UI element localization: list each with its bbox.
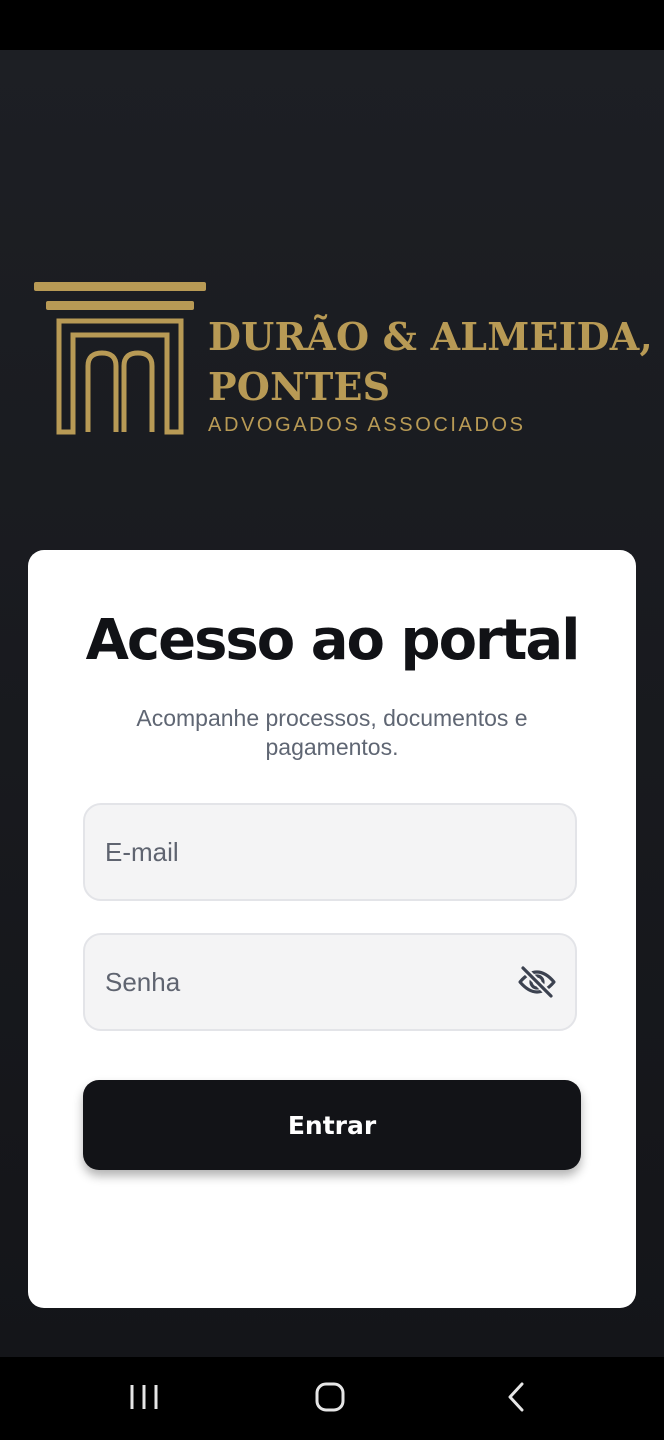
password-field[interactable] bbox=[83, 933, 577, 1031]
email-input[interactable] bbox=[105, 805, 505, 899]
back-icon bbox=[508, 1382, 524, 1412]
login-button[interactable]: Entrar bbox=[83, 1080, 581, 1170]
brand-name-line-2: PONTES bbox=[208, 364, 391, 409]
page-subtitle: Acompanhe processos, documentos e pagame… bbox=[136, 705, 528, 760]
password-visibility-toggle[interactable] bbox=[517, 964, 557, 1000]
home-button[interactable] bbox=[305, 1375, 355, 1419]
recent-apps-button[interactable] bbox=[119, 1375, 169, 1419]
brand-name-line-1: DURÃO & ALMEIDA, bbox=[208, 314, 653, 359]
status-bar bbox=[0, 0, 664, 50]
email-field[interactable] bbox=[83, 803, 577, 901]
brand-name: DURÃO & ALMEIDA, PONTES bbox=[208, 312, 653, 412]
back-button[interactable] bbox=[491, 1375, 541, 1419]
brand-logo: DURÃO & ALMEIDA, PONTES ADVOGADOS ASSOCI… bbox=[34, 280, 653, 440]
system-navigation-bar bbox=[0, 1357, 664, 1440]
home-icon bbox=[315, 1382, 345, 1412]
page-title: Acesso ao portal bbox=[85, 608, 581, 673]
password-input[interactable] bbox=[105, 935, 505, 1029]
brand-tagline: ADVOGADOS ASSOCIADOS bbox=[208, 414, 526, 436]
recent-apps-icon bbox=[130, 1385, 158, 1409]
eye-off-icon bbox=[518, 965, 556, 999]
login-card: Acesso ao portal Acompanhe processos, do… bbox=[28, 550, 636, 1308]
columns-logo-icon bbox=[34, 282, 206, 435]
